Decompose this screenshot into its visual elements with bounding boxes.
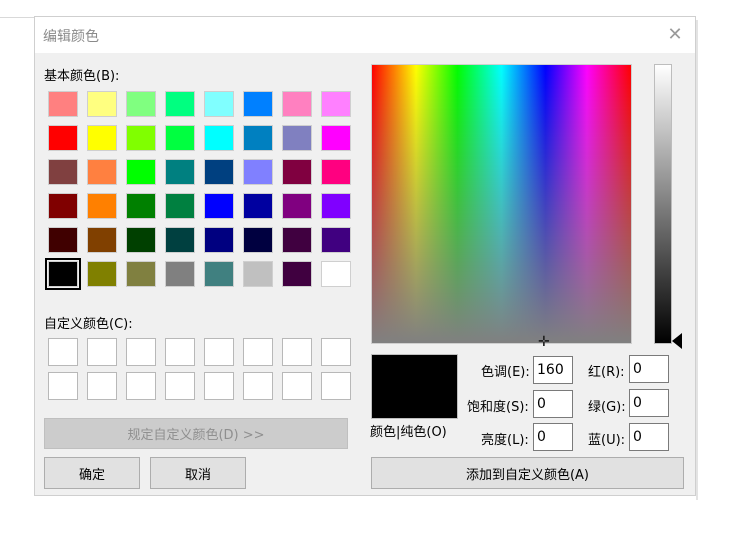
basic-color-swatch[interactable] xyxy=(165,227,195,253)
basic-color-swatch[interactable] xyxy=(165,193,195,219)
basic-color-swatch[interactable] xyxy=(48,159,78,185)
basic-color-swatch[interactable] xyxy=(87,125,117,151)
basic-color-swatch[interactable] xyxy=(282,227,312,253)
color-solid-label: 颜色|纯色(O) xyxy=(370,425,447,440)
custom-color-swatch[interactable] xyxy=(165,338,195,366)
basic-color-swatch[interactable] xyxy=(282,159,312,185)
basic-color-swatch[interactable] xyxy=(243,261,273,287)
triangle-left-icon[interactable] xyxy=(672,333,682,349)
add-to-custom-colors-button[interactable]: 添加到自定义颜色(A) xyxy=(371,457,684,489)
hue-input[interactable]: 160 xyxy=(533,356,573,384)
basic-color-swatch[interactable] xyxy=(126,261,156,287)
blue-input[interactable]: 0 xyxy=(629,423,669,451)
basic-color-swatch[interactable] xyxy=(48,193,78,219)
green-label: 绿(G): xyxy=(588,400,626,415)
custom-color-swatch[interactable] xyxy=(282,338,312,366)
saturation-input[interactable]: 0 xyxy=(533,390,573,418)
custom-color-swatch[interactable] xyxy=(204,338,234,366)
dialog-title: 编辑颜色 xyxy=(43,29,99,45)
custom-colors-label: 自定义颜色(C): xyxy=(44,317,133,332)
title-bar: 编辑颜色 ✕ xyxy=(35,17,695,53)
custom-color-swatch[interactable] xyxy=(321,372,351,400)
basic-color-swatch[interactable] xyxy=(87,227,117,253)
edit-color-dialog: 编辑颜色 ✕ 基本颜色(B): 自定义颜色(C): 规定自定义颜色(D) >> … xyxy=(34,16,696,496)
basic-color-swatch[interactable] xyxy=(165,125,195,151)
basic-color-swatch[interactable] xyxy=(243,159,273,185)
green-input[interactable]: 0 xyxy=(629,389,669,417)
custom-color-swatch[interactable] xyxy=(48,338,78,366)
basic-color-swatch[interactable] xyxy=(243,125,273,151)
basic-color-swatch[interactable] xyxy=(48,91,78,117)
custom-color-swatch[interactable] xyxy=(282,372,312,400)
basic-color-swatch[interactable] xyxy=(204,261,234,287)
basic-color-swatch[interactable] xyxy=(165,159,195,185)
basic-color-swatch[interactable] xyxy=(87,193,117,219)
hue-label: 色调(E): xyxy=(481,365,530,380)
custom-color-swatch[interactable] xyxy=(243,372,273,400)
custom-color-swatch[interactable] xyxy=(87,372,117,400)
saturation-label: 饱和度(S): xyxy=(467,400,529,415)
luminance-label: 亮度(L): xyxy=(481,433,529,448)
color-spectrum[interactable]: ✛ xyxy=(371,64,632,349)
red-input[interactable]: 0 xyxy=(629,355,669,383)
basic-color-swatch[interactable] xyxy=(126,227,156,253)
basic-colors-label: 基本颜色(B): xyxy=(44,69,120,84)
basic-color-swatch[interactable] xyxy=(126,159,156,185)
basic-color-swatch[interactable] xyxy=(165,261,195,287)
basic-color-swatch[interactable] xyxy=(204,125,234,151)
custom-color-swatch[interactable] xyxy=(48,372,78,400)
blue-label: 蓝(U): xyxy=(588,433,626,448)
basic-color-swatch[interactable] xyxy=(165,91,195,117)
basic-color-swatch[interactable] xyxy=(321,91,351,117)
basic-color-swatch[interactable] xyxy=(321,193,351,219)
color-preview xyxy=(371,354,458,419)
custom-color-swatch[interactable] xyxy=(321,338,351,366)
basic-color-swatch[interactable] xyxy=(282,91,312,117)
luminance-slider[interactable] xyxy=(654,64,672,344)
define-custom-colors-button[interactable]: 规定自定义颜色(D) >> xyxy=(44,418,348,449)
basic-color-swatch[interactable] xyxy=(126,193,156,219)
basic-color-swatch[interactable] xyxy=(321,261,351,287)
background-window-edge-top xyxy=(0,17,34,18)
ok-button[interactable]: 确定 xyxy=(44,457,140,489)
basic-color-swatch[interactable] xyxy=(87,261,117,287)
basic-color-swatch[interactable] xyxy=(87,91,117,117)
cancel-button[interactable]: 取消 xyxy=(150,457,246,489)
basic-color-swatch[interactable] xyxy=(282,193,312,219)
basic-color-swatch[interactable] xyxy=(204,193,234,219)
basic-color-swatch[interactable] xyxy=(204,91,234,117)
basic-color-swatch[interactable] xyxy=(243,227,273,253)
custom-color-swatch[interactable] xyxy=(126,338,156,366)
basic-color-swatch[interactable] xyxy=(126,91,156,117)
basic-color-swatch[interactable] xyxy=(321,159,351,185)
background-window-edge-right xyxy=(696,20,698,500)
custom-color-swatch[interactable] xyxy=(204,372,234,400)
custom-color-swatch[interactable] xyxy=(126,372,156,400)
close-icon[interactable]: ✕ xyxy=(663,23,687,47)
basic-color-swatch[interactable] xyxy=(321,125,351,151)
basic-color-swatch[interactable] xyxy=(48,227,78,253)
basic-color-swatch[interactable] xyxy=(243,91,273,117)
basic-color-swatch[interactable] xyxy=(126,125,156,151)
basic-color-swatch[interactable] xyxy=(45,258,81,290)
basic-color-swatch[interactable] xyxy=(282,125,312,151)
basic-color-swatch[interactable] xyxy=(321,227,351,253)
custom-color-swatch[interactable] xyxy=(87,338,117,366)
basic-color-swatch[interactable] xyxy=(204,159,234,185)
custom-color-swatch[interactable] xyxy=(165,372,195,400)
basic-color-swatch[interactable] xyxy=(282,261,312,287)
basic-color-swatch[interactable] xyxy=(243,193,273,219)
luminance-input[interactable]: 0 xyxy=(533,423,573,451)
basic-color-swatch[interactable] xyxy=(204,227,234,253)
red-label: 红(R): xyxy=(588,365,625,380)
basic-color-swatch[interactable] xyxy=(48,125,78,151)
basic-color-swatch[interactable] xyxy=(87,159,117,185)
crosshair-icon: ✛ xyxy=(538,334,550,350)
custom-color-swatch[interactable] xyxy=(243,338,273,366)
